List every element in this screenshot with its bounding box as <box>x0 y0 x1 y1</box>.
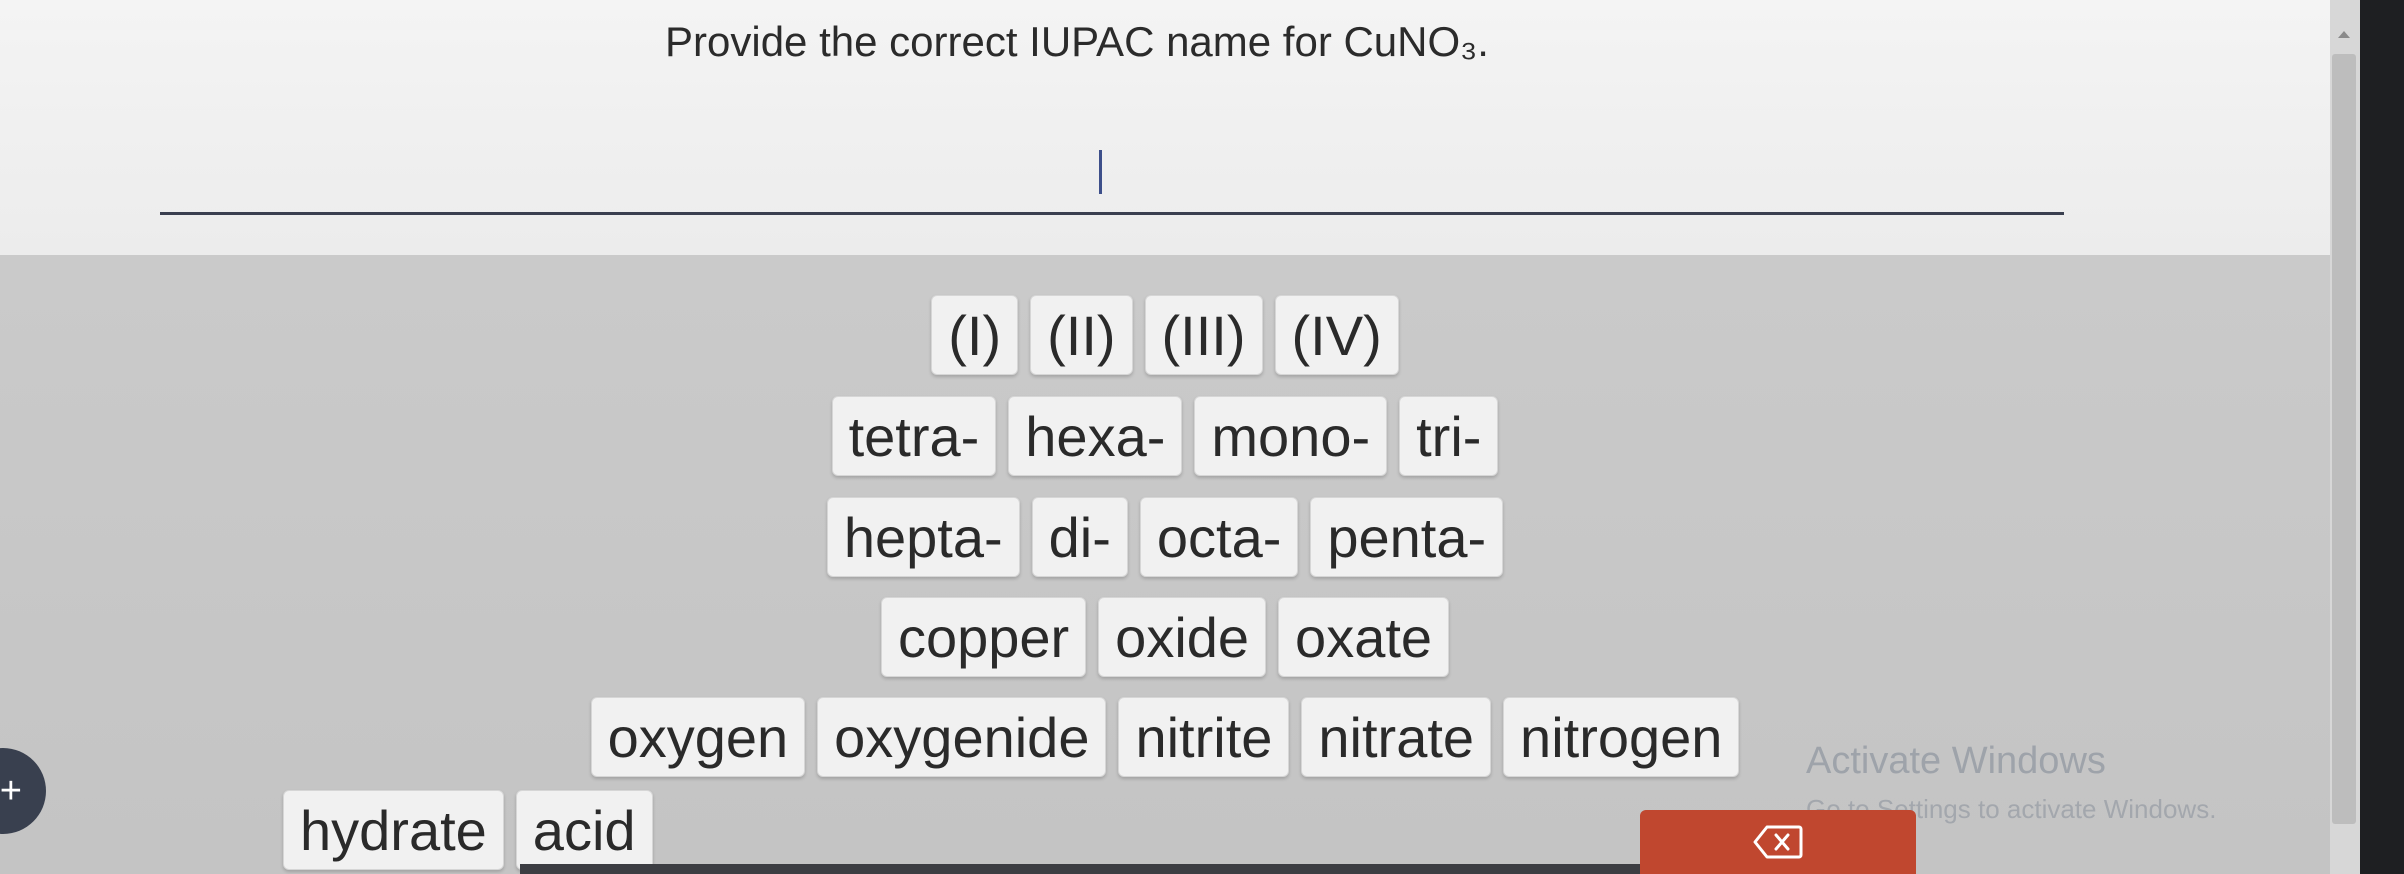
tile-row-prefixes-2: hepta- di- octa- penta- <box>0 497 2330 577</box>
tile-row-roman-numerals: (I) (II) (III) (IV) <box>0 295 2330 375</box>
tile-di[interactable]: di- <box>1031 497 1128 577</box>
plus-icon: + <box>0 769 22 812</box>
tile-nitrogen[interactable]: nitrogen <box>1503 697 1740 777</box>
tile-hepta[interactable]: hepta- <box>826 497 1020 577</box>
tile-mono[interactable]: mono- <box>1194 396 1388 476</box>
tile-tri[interactable]: tri- <box>1399 396 1499 476</box>
tile-roman-i[interactable]: (I) <box>931 295 1019 375</box>
tile-roman-iii[interactable]: (III) <box>1144 295 1263 375</box>
tile-row-suffixes: hydrate acid <box>283 790 653 870</box>
tile-nitrate[interactable]: nitrate <box>1301 697 1492 777</box>
scroll-up-arrow-icon[interactable] <box>2332 22 2356 46</box>
tile-copper[interactable]: copper <box>880 597 1087 677</box>
question-panel: Provide the correct IUPAC name for CuNO₃… <box>0 0 2330 255</box>
scrollbar-thumb[interactable] <box>2332 54 2356 824</box>
backspace-icon <box>1753 825 1803 859</box>
tile-oxygenide[interactable]: oxygenide <box>817 697 1107 777</box>
tile-row-prefixes-1: tetra- hexa- mono- tri- <box>0 396 2330 476</box>
screen-bezel <box>2360 0 2404 874</box>
bottom-toolbar-edge <box>520 864 1640 874</box>
tile-octa[interactable]: octa- <box>1139 497 1299 577</box>
activate-windows-title: Activate Windows <box>1806 740 2106 782</box>
tile-oxide[interactable]: oxide <box>1098 597 1267 677</box>
tile-tetra[interactable]: tetra- <box>831 396 997 476</box>
backspace-button[interactable] <box>1640 810 1916 874</box>
tile-oxate[interactable]: oxate <box>1278 597 1450 677</box>
tile-roman-ii[interactable]: (II) <box>1030 295 1133 375</box>
tile-hydrate[interactable]: hydrate <box>283 790 504 870</box>
tile-oxygen[interactable]: oxygen <box>590 697 806 777</box>
text-caret <box>1099 150 1102 194</box>
tile-penta[interactable]: penta- <box>1310 497 1504 577</box>
tile-nitrite[interactable]: nitrite <box>1118 697 1290 777</box>
answer-input-line[interactable] <box>160 212 2064 215</box>
question-text: Provide the correct IUPAC name for CuNO₃… <box>665 18 1489 65</box>
tile-hexa[interactable]: hexa- <box>1008 396 1183 476</box>
tile-row-elements: copper oxide oxate <box>0 597 2330 677</box>
tile-acid[interactable]: acid <box>515 790 653 870</box>
tile-roman-iv[interactable]: (IV) <box>1274 295 1399 375</box>
